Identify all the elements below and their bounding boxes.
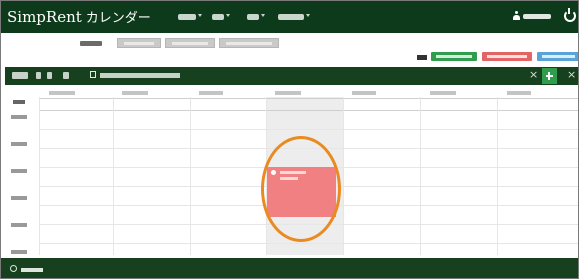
- status-badge-green: [431, 52, 477, 61]
- app-brand[interactable]: SimpRent カレンダー: [7, 8, 151, 28]
- footer-bar: [1, 258, 578, 278]
- day-header-1[interactable]: [49, 91, 75, 95]
- filter-button-3[interactable]: [219, 38, 279, 48]
- page-title: カレンダー: [85, 11, 151, 26]
- allday-label: [13, 100, 25, 104]
- prev-button[interactable]: [36, 72, 41, 79]
- app-frame: SimpRent カレンダー × ×: [0, 0, 579, 279]
- day-header-6[interactable]: [430, 91, 456, 95]
- day-header-5[interactable]: [352, 91, 376, 95]
- user-icon[interactable]: [513, 11, 520, 20]
- time-label: [11, 142, 27, 146]
- next-button[interactable]: [47, 72, 52, 79]
- status-badge-red: [482, 52, 532, 61]
- nav-menu-3[interactable]: [247, 14, 259, 20]
- grid-line: [420, 97, 421, 255]
- user-name[interactable]: [523, 14, 551, 19]
- day-header-2[interactable]: [122, 91, 148, 95]
- nav-menu-1[interactable]: [178, 14, 196, 20]
- date-range: [100, 73, 180, 78]
- grid-line: [39, 129, 578, 130]
- calendar-icon[interactable]: [90, 71, 96, 78]
- footer-link[interactable]: [21, 268, 43, 272]
- status-legend-label: [417, 55, 427, 60]
- chevron-down-icon: [198, 14, 202, 17]
- grid-line: [39, 98, 578, 99]
- grid-line: [190, 97, 191, 255]
- nav-menu-4[interactable]: [278, 14, 304, 20]
- power-icon[interactable]: [564, 8, 576, 22]
- view-button[interactable]: [63, 72, 69, 79]
- add-button[interactable]: [542, 68, 557, 84]
- time-label: [11, 169, 27, 173]
- close-icon[interactable]: ×: [567, 69, 576, 81]
- plus-icon: [546, 72, 553, 80]
- filter-button-1[interactable]: [117, 38, 161, 48]
- top-nav: SimpRent カレンダー: [1, 1, 578, 33]
- time-label: [11, 196, 27, 200]
- time-label: [11, 115, 27, 119]
- time-label: [11, 223, 27, 227]
- grid-line: [343, 97, 344, 255]
- info-icon[interactable]: [10, 265, 17, 272]
- filter-label: [80, 41, 102, 46]
- filter-button-2[interactable]: [165, 38, 215, 48]
- brand-name: SimpRent: [7, 8, 82, 26]
- chevron-down-icon: [226, 14, 230, 17]
- clear-icon[interactable]: ×: [529, 69, 538, 81]
- grid-line: [113, 97, 114, 255]
- day-header-4[interactable]: [275, 91, 301, 95]
- annotation-circle: [261, 136, 341, 242]
- calendar-toolbar: × ×: [5, 67, 578, 85]
- chevron-down-icon: [261, 14, 265, 17]
- grid-line: [497, 97, 498, 255]
- grid-line: [39, 243, 578, 244]
- today-button[interactable]: [12, 72, 28, 79]
- status-badge-blue: [537, 52, 578, 61]
- chevron-down-icon: [306, 14, 310, 17]
- time-label: [11, 250, 27, 254]
- nav-menu-2[interactable]: [212, 14, 224, 20]
- grid-line: [39, 97, 40, 255]
- day-header-7[interactable]: [507, 91, 531, 95]
- grid-line: [39, 110, 578, 111]
- day-header-3[interactable]: [199, 91, 223, 95]
